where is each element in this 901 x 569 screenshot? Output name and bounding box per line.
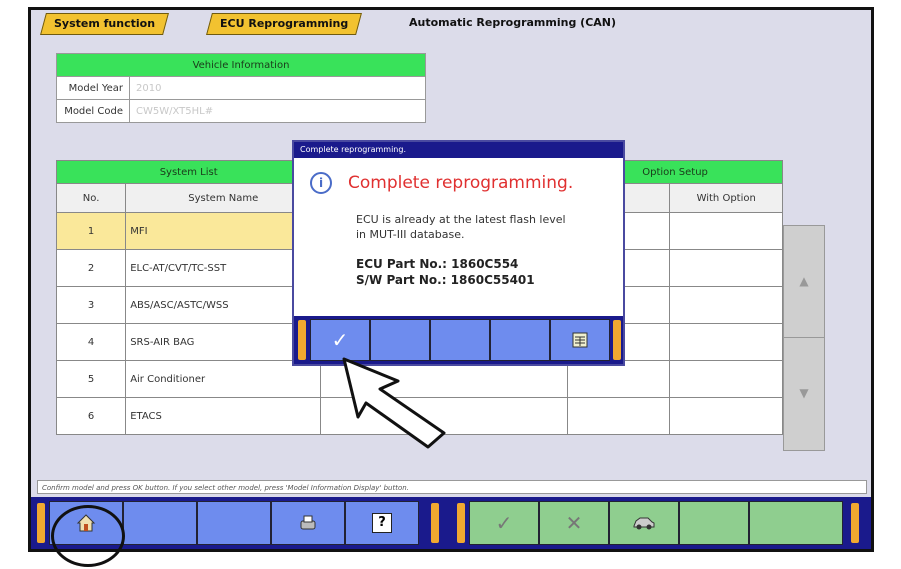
model-code-value: CW5W/XT5HL#	[129, 99, 426, 123]
bottom-toolbar: ? ✓ ✕	[31, 497, 871, 549]
toolbar-button-3[interactable]	[197, 501, 271, 545]
model-year-label: Model Year	[56, 76, 130, 100]
print-button[interactable]	[271, 501, 345, 545]
dialog-calculator-button[interactable]	[550, 319, 610, 361]
complete-reprogramming-dialog: Complete reprogramming. i Complete reprog…	[292, 140, 625, 366]
model-year-value: 2010	[129, 76, 426, 100]
vehicle-button[interactable]	[609, 501, 679, 545]
checkmark-icon: ✓	[495, 511, 513, 535]
checkmark-icon: ✓	[331, 328, 349, 352]
col-with-option-header: With Option	[669, 183, 783, 213]
dialog-button-4[interactable]	[490, 319, 550, 361]
ok-button[interactable]: ✓	[469, 501, 539, 545]
pointer-arrow-icon	[342, 357, 446, 449]
cancel-button[interactable]: ✕	[539, 501, 609, 545]
system-list-header: System List	[55, 160, 322, 184]
toolbar-button-10[interactable]	[749, 501, 843, 545]
car-icon	[633, 517, 655, 530]
dialog-heading: Complete reprogramming.	[348, 173, 574, 193]
dialog-message-line1: ECU is already at the latest flash level	[356, 213, 566, 226]
ecu-part-number: ECU Part No.: 1860C554	[356, 257, 519, 271]
info-icon: i	[310, 172, 332, 194]
dialog-title: Complete reprogramming.	[294, 142, 623, 158]
tab-ecu-reprogramming[interactable]: ECU Reprogramming	[206, 13, 363, 35]
tab-system-function[interactable]: System function	[40, 13, 169, 35]
status-message: Confirm model and press OK button. If yo…	[37, 480, 867, 494]
printer-icon	[300, 515, 316, 530]
vehicle-info-table: Vehicle Information Model Year 2010 Mode…	[56, 53, 426, 123]
highlight-circle	[51, 505, 125, 567]
model-code-label: Model Code	[56, 99, 130, 123]
cross-icon: ✕	[565, 511, 583, 535]
scroll-up-icon[interactable]: ▲	[784, 226, 824, 338]
help-icon: ?	[372, 513, 392, 533]
toolbar-button-9[interactable]	[679, 501, 749, 545]
list-scrollbar[interactable]: ▲ ▼	[783, 225, 825, 451]
sw-part-number: S/W Part No.: 1860C55401	[356, 273, 535, 287]
help-button[interactable]: ?	[345, 501, 419, 545]
calculator-icon	[572, 332, 588, 348]
col-no-header: No.	[55, 183, 127, 213]
scroll-down-icon[interactable]: ▼	[784, 338, 824, 450]
dialog-message-line2: in MUT-III database.	[356, 228, 465, 241]
tab-automatic-reprogramming[interactable]: Automatic Reprogramming (CAN)	[399, 13, 626, 33]
vehicle-info-header: Vehicle Information	[56, 53, 426, 77]
toolbar-button-2[interactable]	[123, 501, 197, 545]
tab-bar: System function ECU Reprogramming Automa…	[31, 10, 871, 36]
